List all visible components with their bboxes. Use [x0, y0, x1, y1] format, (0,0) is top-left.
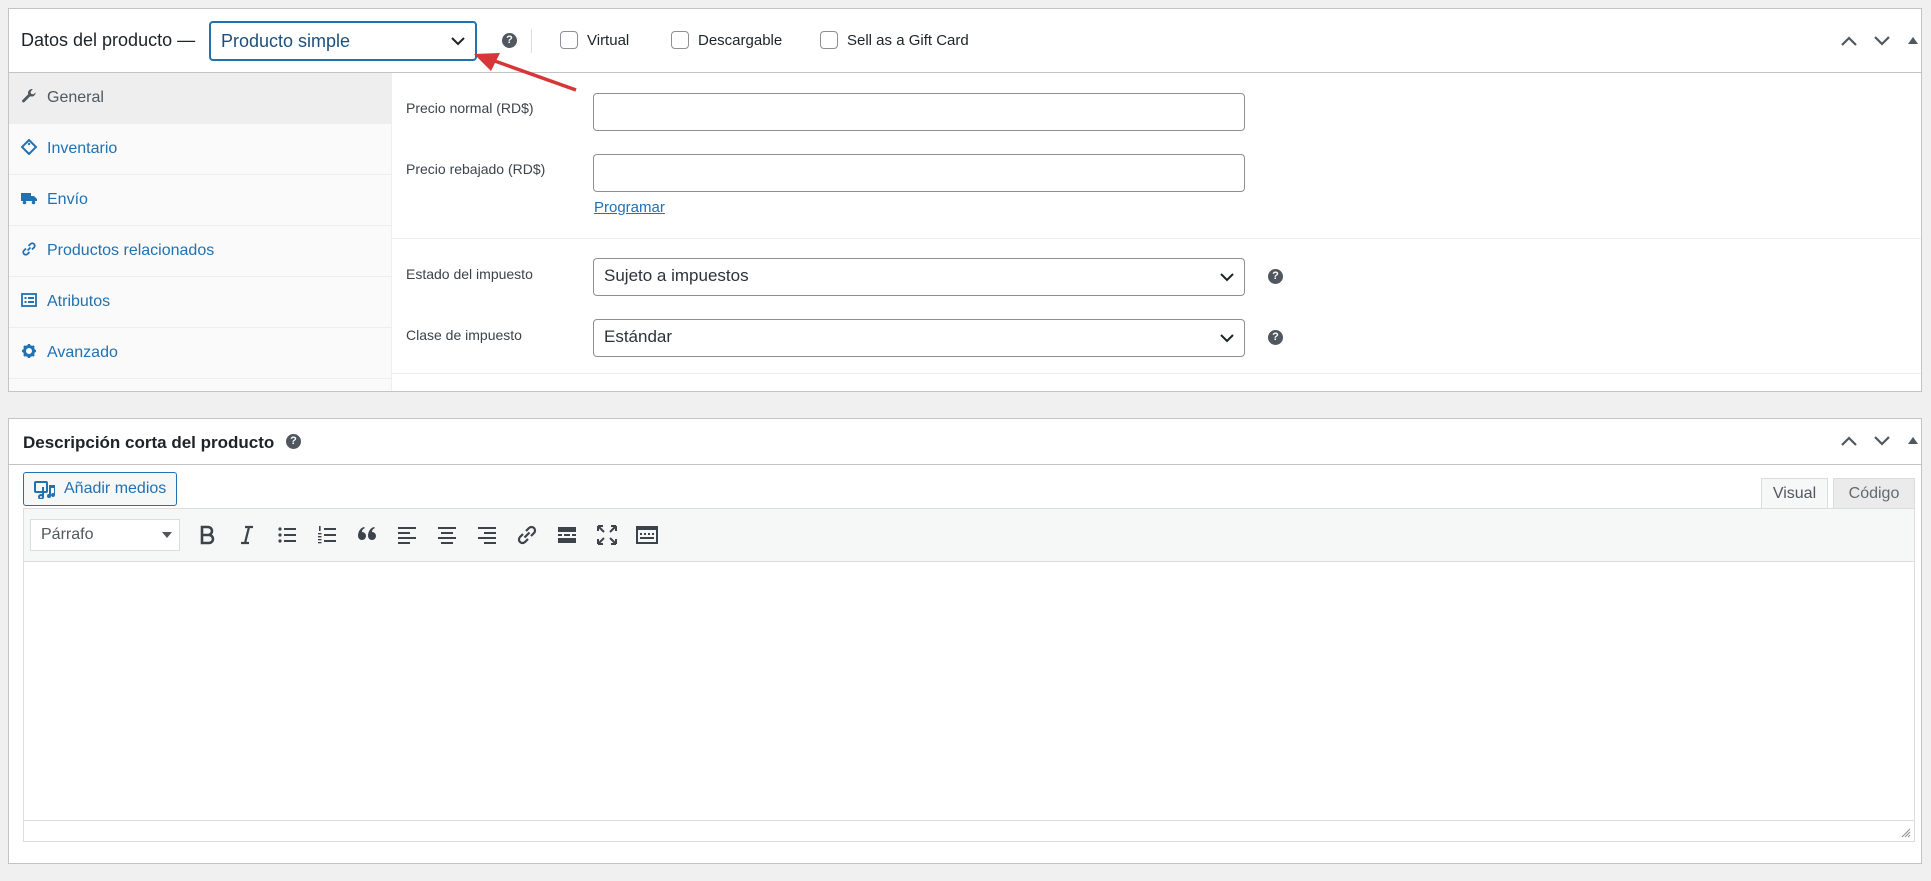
tab-inventory-label: Inventario	[47, 140, 118, 157]
gift-card-checkbox[interactable]	[820, 31, 838, 50]
gift-card-checkbox-label: Sell as a Gift Card	[847, 31, 969, 49]
short-description-title: Descripción corta del producto	[23, 433, 275, 452]
chevron-down-icon	[1220, 334, 1234, 343]
tax-class-help-icon[interactable]: ?	[1268, 330, 1283, 345]
tab-linked-products-label: Productos relacionados	[47, 242, 215, 259]
gear-icon	[22, 344, 36, 358]
tab-attributes-label: Atributos	[47, 293, 111, 310]
product-type-help-icon[interactable]: ?	[502, 33, 517, 48]
bold-icon[interactable]	[195, 523, 219, 547]
virtual-checkbox-label: Virtual	[587, 31, 630, 49]
chevron-up-icon[interactable]	[1840, 35, 1858, 47]
italic-icon[interactable]	[235, 523, 259, 547]
downloadable-checkbox-wrap[interactable]: Descargable	[671, 31, 782, 51]
numbered-list-icon[interactable]	[315, 523, 339, 547]
caret-down-icon	[162, 532, 172, 538]
product-data-tabs: General Inventario Envío Productos relac…	[9, 73, 392, 391]
fields-divider	[391, 238, 1921, 239]
media-icon	[34, 481, 56, 499]
tax-status-select[interactable]: Sujeto a impuestos	[593, 258, 1245, 296]
sale-price-label: Precio rebajado (RD$)	[406, 161, 546, 177]
resize-handle-icon[interactable]	[1899, 826, 1911, 838]
align-left-icon[interactable]	[395, 523, 419, 547]
blockquote-icon[interactable]	[355, 523, 379, 547]
align-right-icon[interactable]	[475, 523, 499, 547]
product-type-value: Producto simple	[221, 31, 351, 51]
collapse-toggle-icon[interactable]	[1907, 436, 1919, 445]
downloadable-checkbox-label: Descargable	[698, 31, 783, 49]
link-icon[interactable]	[515, 523, 539, 547]
tab-shipping-label: Envío	[47, 191, 88, 208]
truck-icon	[21, 193, 37, 205]
tax-status-help-icon[interactable]: ?	[1268, 269, 1283, 284]
virtual-checkbox-wrap[interactable]: Virtual	[560, 31, 629, 51]
list-icon	[21, 293, 37, 307]
short-description-panel: Descripción corta del producto ? Añadir …	[8, 418, 1922, 864]
tab-advanced-label: Avanzado	[47, 344, 118, 361]
tab-general[interactable]: General	[9, 73, 391, 124]
collapse-toggle-icon[interactable]	[1907, 36, 1919, 45]
add-media-label: Añadir medios	[64, 480, 167, 497]
bullet-list-icon[interactable]	[275, 523, 299, 547]
chevron-down-icon	[451, 37, 465, 46]
format-select[interactable]: Párrafo	[30, 519, 180, 551]
schedule-sale-link[interactable]: Programar	[594, 199, 665, 216]
tax-status-value: Sujeto a impuestos	[604, 266, 749, 285]
toolbar-toggle-icon[interactable]	[635, 523, 659, 547]
product-data-title: Datos del producto —	[21, 30, 196, 50]
add-media-button[interactable]: Añadir medios	[23, 472, 177, 506]
read-more-icon[interactable]	[555, 523, 579, 547]
link-icon	[22, 242, 36, 256]
align-center-icon[interactable]	[435, 523, 459, 547]
editor-toolbar: Párrafo	[24, 509, 1914, 562]
chevron-up-icon[interactable]	[1840, 435, 1858, 447]
short-description-header: Descripción corta del producto ?	[9, 419, 1921, 465]
gift-card-checkbox-wrap[interactable]: Sell as a Gift Card	[820, 31, 969, 51]
chevron-down-icon	[1220, 273, 1234, 282]
short-description-help-icon[interactable]: ?	[286, 434, 301, 449]
downloadable-checkbox[interactable]	[671, 31, 689, 50]
sale-price-input[interactable]	[593, 154, 1245, 192]
wrench-icon	[22, 88, 36, 103]
tax-class-value: Estándar	[604, 327, 673, 346]
tag-icon	[21, 139, 37, 155]
product-data-header: Datos del producto — Producto simple ? V…	[9, 9, 1921, 73]
regular-price-label: Precio normal (RD$)	[406, 100, 534, 116]
tax-class-label: Clase de impuesto	[406, 327, 522, 343]
fullscreen-icon[interactable]	[595, 523, 619, 547]
regular-price-input[interactable]	[593, 93, 1245, 131]
tab-attributes[interactable]: Atributos	[9, 277, 391, 328]
rich-text-editor[interactable]: Párrafo	[23, 508, 1915, 842]
tab-shipping[interactable]: Envío	[9, 175, 391, 226]
tab-linked-products[interactable]: Productos relacionados	[9, 226, 391, 277]
annotation-arrow-icon	[474, 53, 577, 92]
format-select-value: Párrafo	[41, 526, 94, 543]
editor-status-bar	[24, 820, 1914, 841]
product-type-select[interactable]: Producto simple	[209, 21, 477, 61]
tab-inventory[interactable]: Inventario	[9, 124, 391, 175]
tab-advanced[interactable]: Avanzado	[9, 328, 391, 379]
tax-class-select[interactable]: Estándar	[593, 319, 1245, 357]
tab-code[interactable]: Código	[1833, 478, 1915, 509]
chevron-down-icon[interactable]	[1873, 35, 1891, 47]
tab-general-label: General	[47, 89, 104, 106]
tax-status-label: Estado del impuesto	[406, 266, 533, 282]
virtual-checkbox[interactable]	[560, 31, 578, 50]
chevron-down-icon[interactable]	[1873, 435, 1891, 447]
fields-bottom-divider	[391, 373, 1921, 374]
tab-visual[interactable]: Visual	[1761, 478, 1828, 509]
product-data-panel: Datos del producto — Producto simple ? V…	[8, 8, 1922, 392]
